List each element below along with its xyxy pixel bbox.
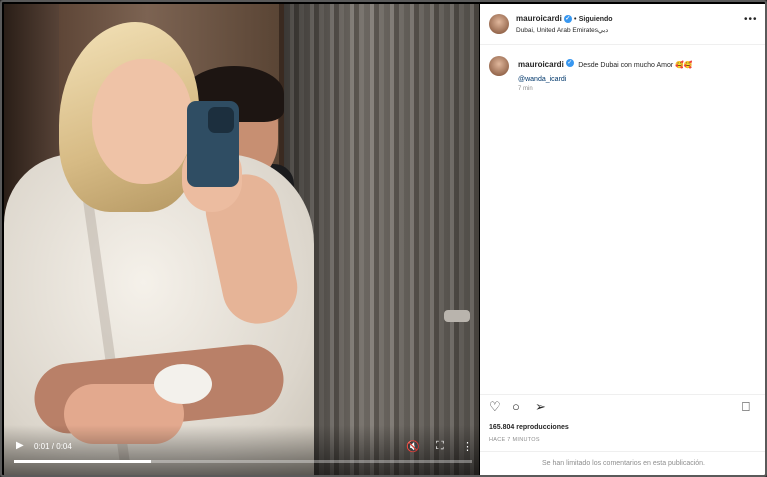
post-actions: ♡ ○ ➢ ⎕ 165.804 reproducciones HACE 7 MI… (480, 394, 765, 450)
mention-link[interactable]: @wanda_icardi (518, 76, 566, 83)
comments-limited-notice: Se han limitado los comentarios en esta … (480, 451, 765, 475)
follow-status[interactable]: Siguiendo (579, 16, 613, 23)
options-menu-icon[interactable]: ••• (744, 14, 758, 25)
play-icon[interactable]: ▶ (16, 441, 26, 451)
mute-icon[interactable]: 🔇 (406, 440, 420, 453)
caption: mauroicardi ✓ Desde Dubai con mucho Amor … (518, 57, 758, 85)
separator: • (574, 16, 577, 23)
video-time: 0:01 / 0:04 (34, 442, 72, 451)
video-progress-bar[interactable] (14, 460, 472, 463)
woman-face (92, 59, 192, 184)
video-progress-fill (14, 460, 152, 463)
location[interactable]: Dubai, United Arab Emiratesدبي (516, 26, 608, 34)
phone-camera (208, 107, 234, 133)
header-username[interactable]: mauroicardi (516, 14, 562, 23)
verified-badge-icon: ✓ (565, 58, 574, 67)
caption-text: Desde Dubai con mucho Amor 🥰🥰 (578, 62, 693, 69)
post-timestamp: HACE 7 MINUTOS (489, 437, 540, 443)
video-controls: ▶ 0:01 / 0:04 🔇 ⛶ ⋮ (4, 425, 479, 475)
heart-icon[interactable]: ♡ (489, 399, 501, 415)
more-icon[interactable]: ⋮ (462, 440, 473, 453)
comment-icon[interactable]: ○ (512, 399, 520, 414)
post-video[interactable]: ▶ 0:01 / 0:04 🔇 ⛶ ⋮ (4, 4, 479, 475)
post-header: mauroicardi ✓ • Siguiendo Dubai, United A… (480, 4, 765, 45)
caption-username[interactable]: mauroicardi (518, 60, 564, 69)
fullscreen-icon[interactable]: ⛶ (436, 440, 444, 453)
instagram-post-window: ▶ 0:01 / 0:04 🔇 ⛶ ⋮ mauroicardi ✓ • Sigui… (0, 0, 767, 477)
share-icon[interactable]: ➢ (535, 399, 546, 415)
caption-time: 7 min (518, 86, 533, 92)
bookmark-icon[interactable]: ⎕ (742, 399, 750, 415)
view-count[interactable]: 165.804 reproducciones (489, 424, 569, 431)
post-sidebar: mauroicardi ✓ • Siguiendo Dubai, United A… (480, 4, 765, 475)
verified-badge-icon: ✓ (563, 14, 572, 23)
towel-roll (154, 364, 212, 404)
door-handle (444, 310, 470, 322)
caption-avatar[interactable] (489, 56, 509, 76)
avatar[interactable] (489, 14, 509, 34)
